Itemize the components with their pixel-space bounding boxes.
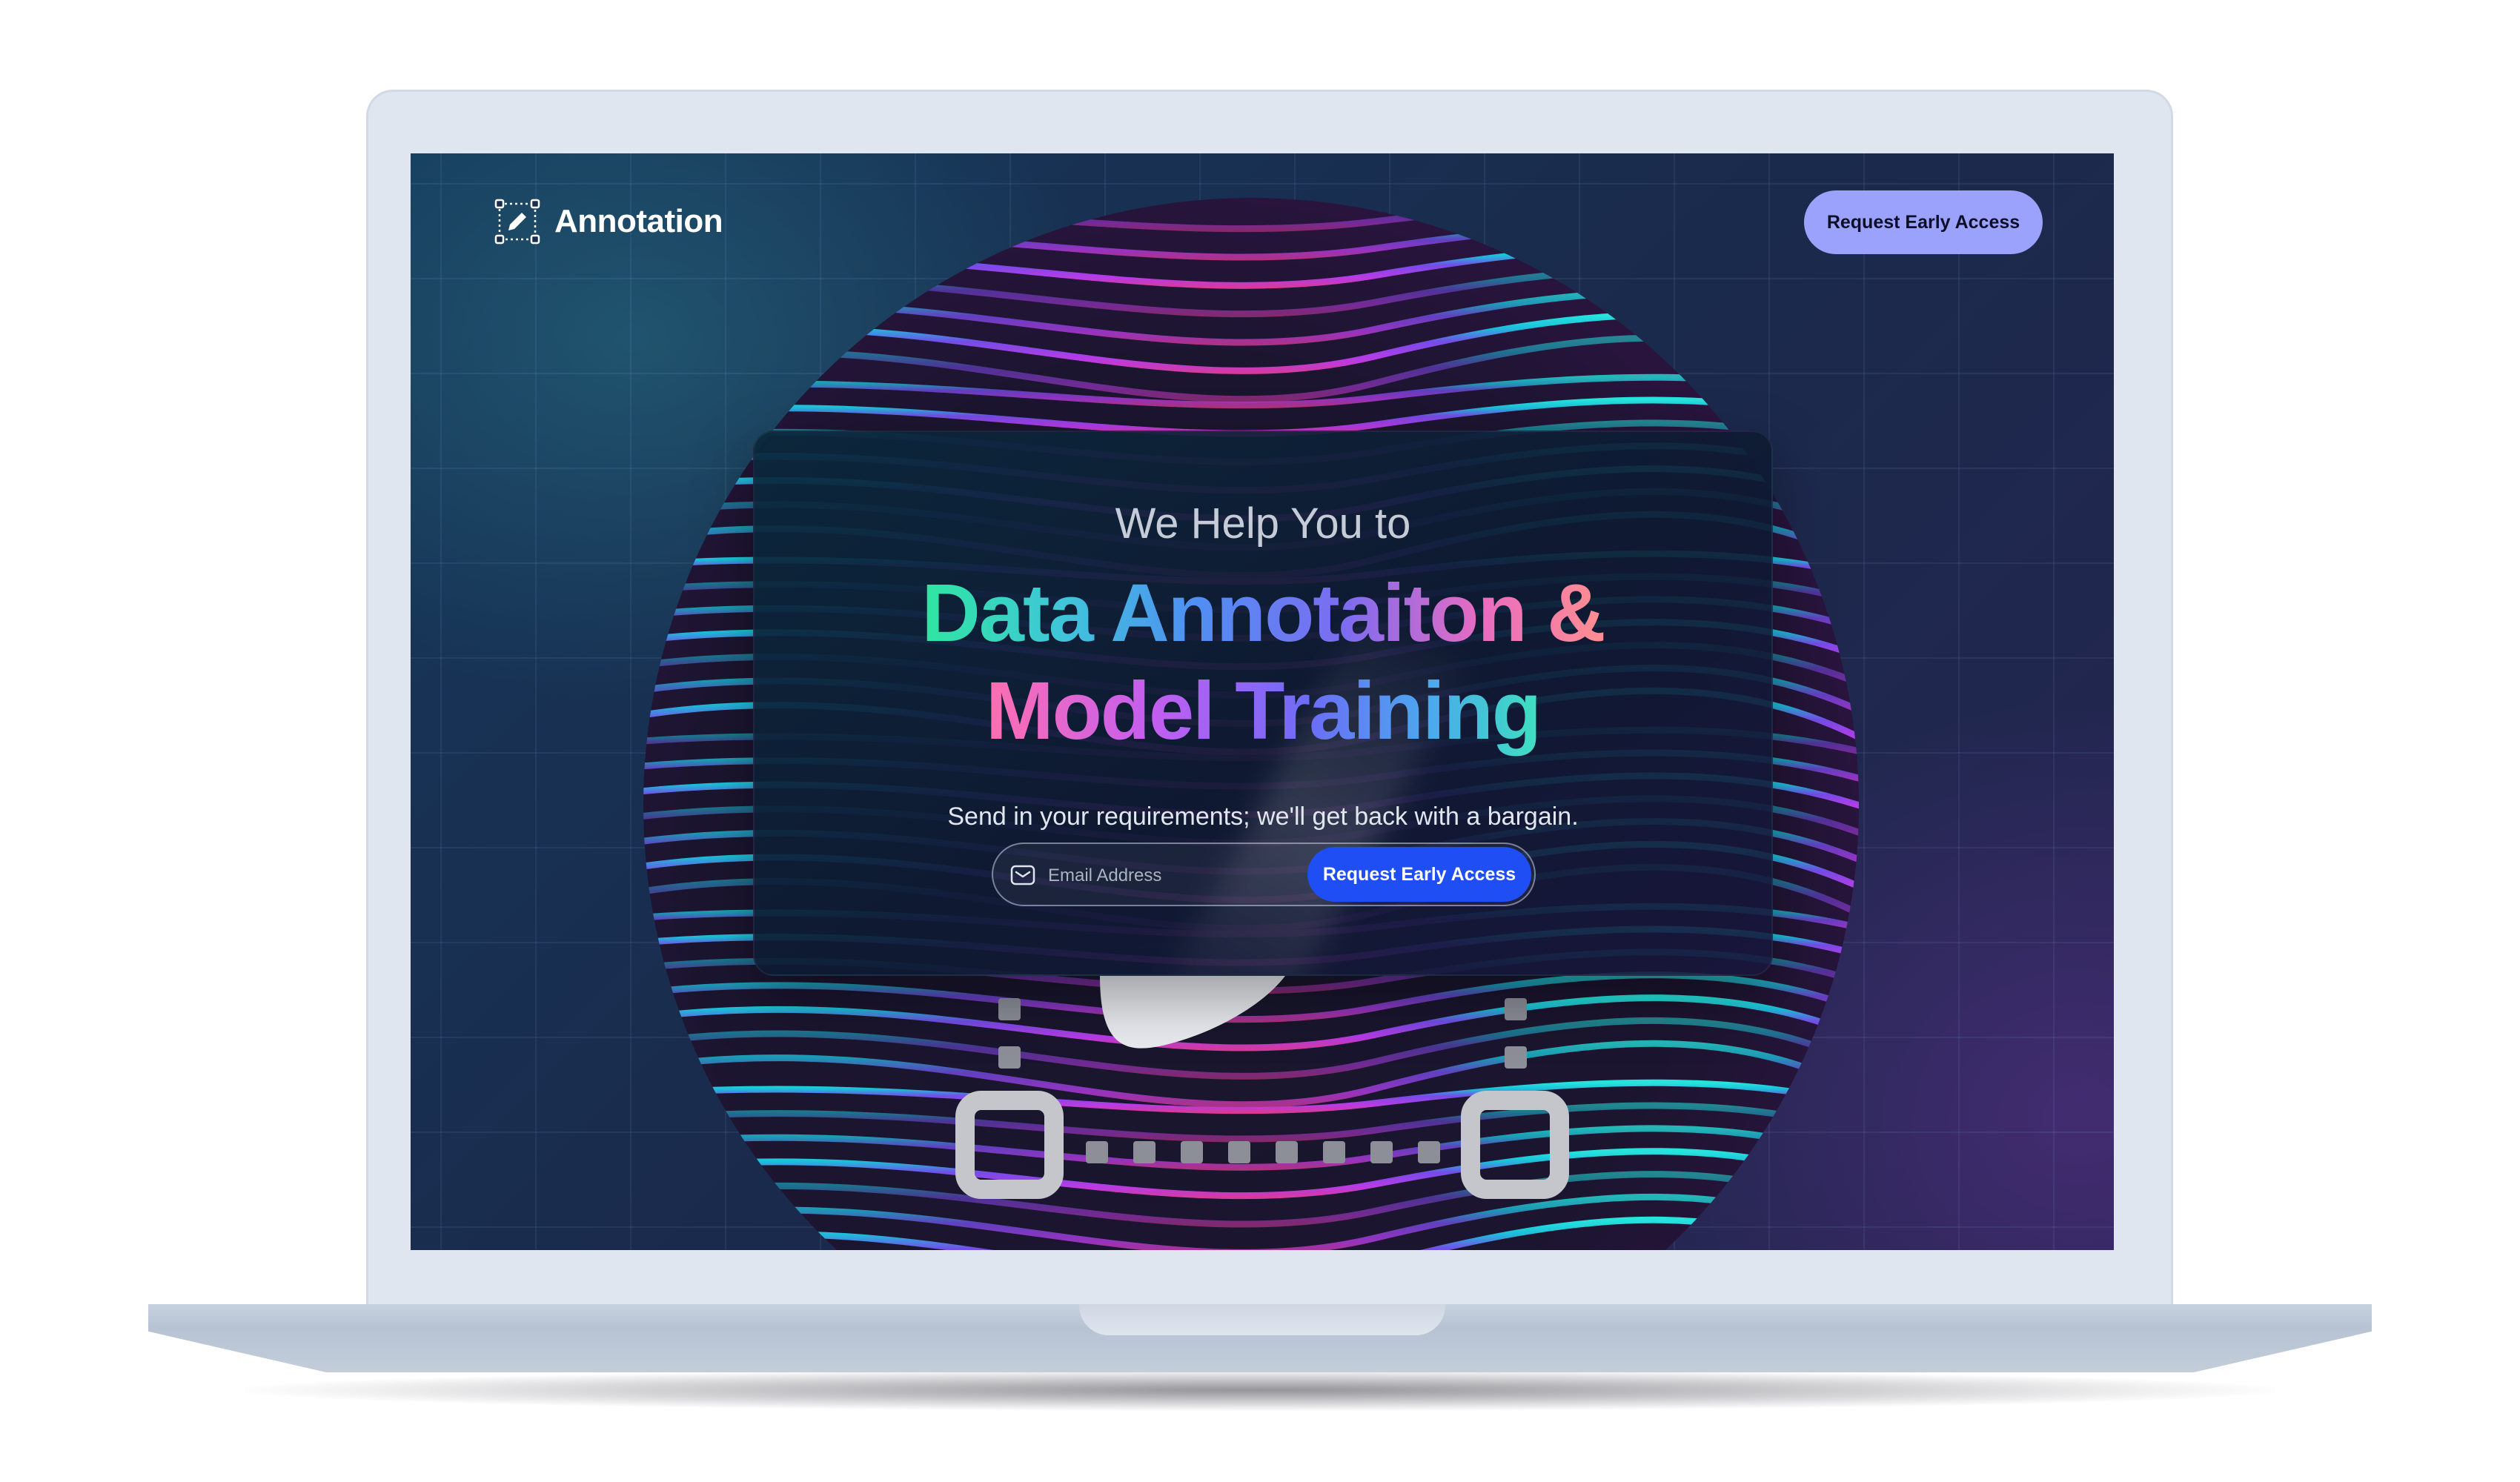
laptop-notch [1079, 1304, 1445, 1335]
hero-headline-line2: Model Training [985, 665, 1542, 757]
email-input[interactable] [1047, 854, 1316, 897]
hero-card: We Help You to Data Annotaiton & Model T… [753, 431, 1773, 976]
laptop-screen: Annotation Request Early Access We Help … [411, 153, 2114, 1250]
hero-eyebrow: We Help You to [1115, 499, 1411, 548]
email-signup-form: Request Early Access [992, 843, 1536, 906]
hero-subtext: Send in your requirements; we'll get bac… [947, 803, 1579, 831]
laptop-shadow [245, 1369, 2275, 1411]
request-early-access-button[interactable]: Request Early Access [1307, 847, 1531, 902]
mail-icon [1010, 865, 1035, 885]
hero-headline-line1: Data Annotaiton & [921, 568, 1605, 659]
